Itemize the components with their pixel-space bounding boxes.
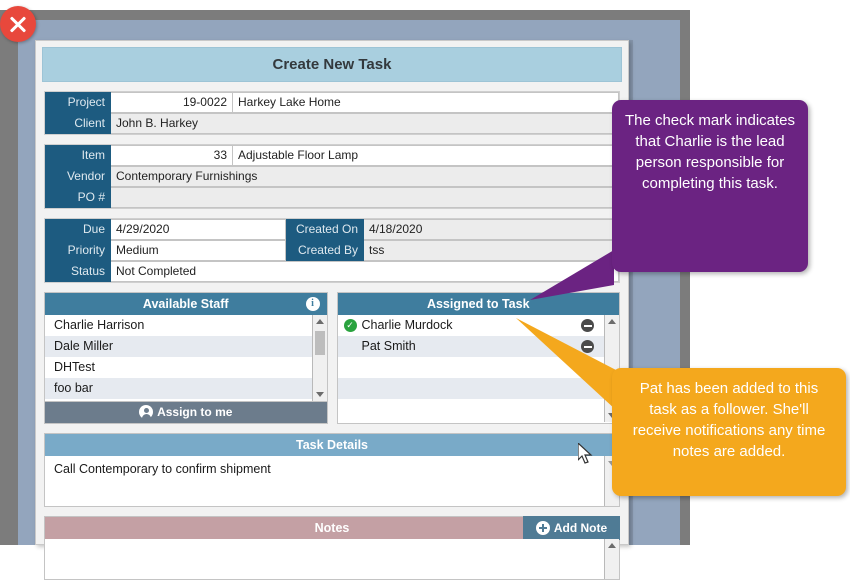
available-staff-panel: Available Staff i Charlie Harrison Dale … [44,292,328,424]
available-staff-list[interactable]: Charlie Harrison Dale Miller DHTest foo … [45,315,327,401]
client-label: Client [45,113,111,134]
due-label: Due [45,219,111,240]
assigned-to-task-list[interactable]: ✓ Charlie Murdock Pat Smith [337,315,620,422]
assigned-name: Pat Smith [361,339,416,353]
due-date-field[interactable]: 4/29/2020 [111,219,286,240]
due-row: Due 4/29/2020 Created On 4/18/2020 [45,219,619,240]
assigned-to-task-header: Assigned to Task [337,293,619,315]
info-icon[interactable]: i [305,297,320,311]
remove-circle-icon[interactable] [581,319,594,332]
notes-title: Notes [314,521,350,535]
task-details-textarea[interactable]: Call Contemporary to confirm shipment [45,456,619,506]
staff-panels: Available Staff i Charlie Harrison Dale … [44,292,620,424]
vendor-label: Vendor [45,166,111,187]
task-details-section: Task Details Call Contemporary to confir… [44,433,620,507]
vendor-name-field: Contemporary Furnishings [111,166,619,187]
list-item-empty [337,378,619,399]
assign-to-me-label: Assign to me [157,405,233,419]
assigned-to-task-title: Assigned to Task [426,297,530,311]
task-details-header: Task Details [45,434,619,456]
staff-name: DHTest [54,360,95,374]
list-item[interactable]: Charlie Harrison [45,315,327,336]
dates-field-block: Due 4/29/2020 Created On 4/18/2020 Prior… [44,218,620,283]
priority-label: Priority [45,240,111,261]
client-name-field: John B. Harkey [111,113,619,134]
po-label: PO # [45,187,111,208]
notes-scrollbar[interactable] [604,539,619,579]
item-label: Item [45,145,111,166]
item-row: Item 33 Adjustable Floor Lamp [45,145,619,166]
priority-row: Priority Medium Created By tss [45,240,619,261]
close-button[interactable] [0,6,36,42]
created-on-label: Created On [286,219,364,240]
item-field-block: Item 33 Adjustable Floor Lamp Vendor Con… [44,144,620,209]
task-details-text: Call Contemporary to confirm shipment [54,462,271,476]
available-staff-header: Available Staff i [45,293,327,315]
list-item[interactable]: foo bar [45,378,327,399]
notes-section: Notes Add Note [44,516,620,580]
status-field[interactable]: Not Completed [111,261,619,282]
status-row: Status Not Completed [45,261,619,282]
project-field-block: Project 19-0022 Harkey Lake Home Client … [44,91,620,135]
notes-header: Notes Add Note [45,516,620,540]
assigned-name: Charlie Murdock [361,318,453,332]
project-label: Project [45,92,111,113]
scroll-up-icon[interactable] [315,319,324,324]
item-name-field[interactable]: Adjustable Floor Lamp [233,145,619,166]
callout-follower: Pat has been added to this task as a fol… [612,368,846,496]
lead-check-icon: ✓ [343,319,357,332]
available-staff-title: Available Staff [142,297,229,311]
plus-circle-icon [535,521,550,535]
add-note-label: Add Note [553,521,608,535]
person-icon [139,405,154,419]
scrollbar-thumb[interactable] [314,331,325,355]
item-number-field[interactable]: 33 [111,145,233,166]
available-staff-scrollbar[interactable] [311,315,327,401]
staff-name: Dale Miller [54,339,114,353]
scroll-down-icon[interactable] [315,392,324,397]
po-row: PO # [45,187,619,208]
add-note-button[interactable]: Add Note [523,516,620,540]
assigned-to-task-panel: Assigned to Task ✓ Charlie Murdock Pat S… [336,292,620,424]
project-number-field[interactable]: 19-0022 [111,92,233,113]
staff-name: Charlie Harrison [54,318,145,332]
list-item[interactable]: Pat Smith [337,336,619,357]
vendor-row: Vendor Contemporary Furnishings [45,166,619,187]
notes-list[interactable] [45,539,619,579]
list-item-empty [338,399,620,420]
page-title: Create New Task [42,47,622,82]
created-by-label: Created By [286,240,364,261]
list-item[interactable]: ✓ Charlie Murdock [338,315,620,336]
po-number-field [111,187,619,208]
mouse-cursor [578,443,593,464]
created-by-field: tss [364,240,619,261]
scroll-up-icon[interactable] [608,319,616,324]
created-on-field: 4/18/2020 [364,219,619,240]
project-row: Project 19-0022 Harkey Lake Home [45,92,619,113]
scroll-up-icon[interactable] [608,543,616,548]
client-row: Client John B. Harkey [45,113,619,134]
remove-circle-icon[interactable] [581,340,594,353]
list-item[interactable]: Dale Miller [45,336,327,357]
status-label: Status [45,261,111,282]
assign-to-me-button[interactable]: Assign to me [45,401,327,423]
priority-field[interactable]: Medium [111,240,286,261]
callout-lead-person: The check mark indicates that Charlie is… [612,100,808,272]
list-item[interactable]: DHTest [45,357,327,378]
create-task-dialog: Create New Task Project 19-0022 Harkey L… [35,40,629,580]
project-name-field[interactable]: Harkey Lake Home [233,92,619,113]
staff-name: foo bar [54,381,93,395]
list-item-empty [338,357,620,378]
